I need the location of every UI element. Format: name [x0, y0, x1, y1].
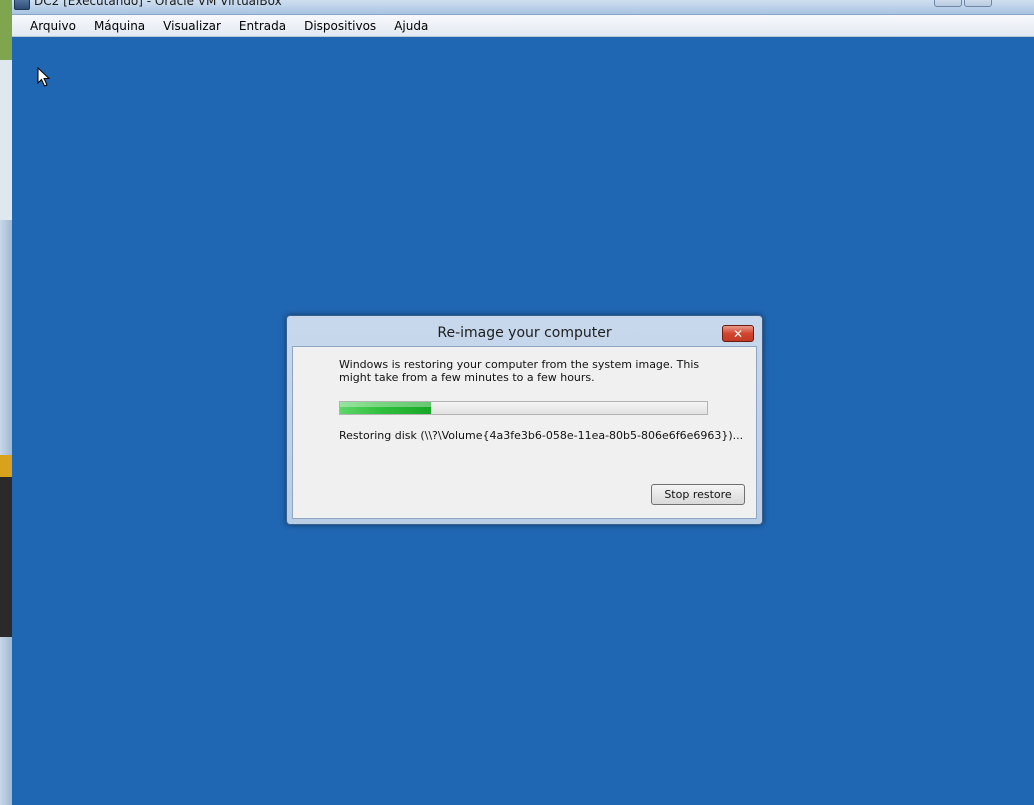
menu-maquina[interactable]: Máquina — [85, 15, 154, 37]
guest-screen[interactable]: Re-image your computer ✕ Windows is rest… — [12, 37, 1034, 805]
virtualbox-icon — [14, 0, 30, 10]
dialog-body: Windows is restoring your computer from … — [292, 346, 757, 519]
close-icon: ✕ — [732, 326, 744, 341]
restore-message: Windows is restoring your computer from … — [339, 358, 700, 384]
host-window-edge — [0, 60, 12, 220]
progress-fill — [340, 402, 431, 414]
stop-restore-button[interactable]: Stop restore — [651, 484, 745, 505]
mouse-pointer-icon — [37, 67, 51, 87]
reimage-dialog: Re-image your computer ✕ Windows is rest… — [286, 315, 763, 525]
menu-bar: Arquivo Máquina Visualizar Entrada Dispo… — [12, 15, 1034, 37]
maximize-icon[interactable] — [964, 0, 992, 7]
vm-window-titlebar[interactable]: DC2 [Executando] - Oracle VM VirtualBox — [12, 0, 1034, 15]
window-title: DC2 [Executando] - Oracle VM VirtualBox — [34, 0, 282, 8]
host-window-edge — [0, 0, 12, 60]
menu-visualizar[interactable]: Visualizar — [154, 15, 230, 37]
menu-dispositivos[interactable]: Dispositivos — [295, 15, 385, 37]
minimize-icon[interactable] — [934, 0, 962, 7]
host-window-edge — [0, 477, 12, 637]
menu-ajuda[interactable]: Ajuda — [385, 15, 437, 37]
host-window-edge — [0, 455, 12, 477]
menu-entrada[interactable]: Entrada — [230, 15, 295, 37]
dialog-title: Re-image your computer — [437, 325, 612, 341]
menu-arquivo[interactable]: Arquivo — [21, 15, 85, 37]
restore-progress-bar — [339, 401, 708, 415]
host-desktop-strip — [0, 0, 12, 805]
restore-status: Restoring disk (\\?\Volume{4a3fe3b6-058e… — [339, 429, 744, 442]
close-button[interactable]: ✕ — [722, 325, 754, 342]
